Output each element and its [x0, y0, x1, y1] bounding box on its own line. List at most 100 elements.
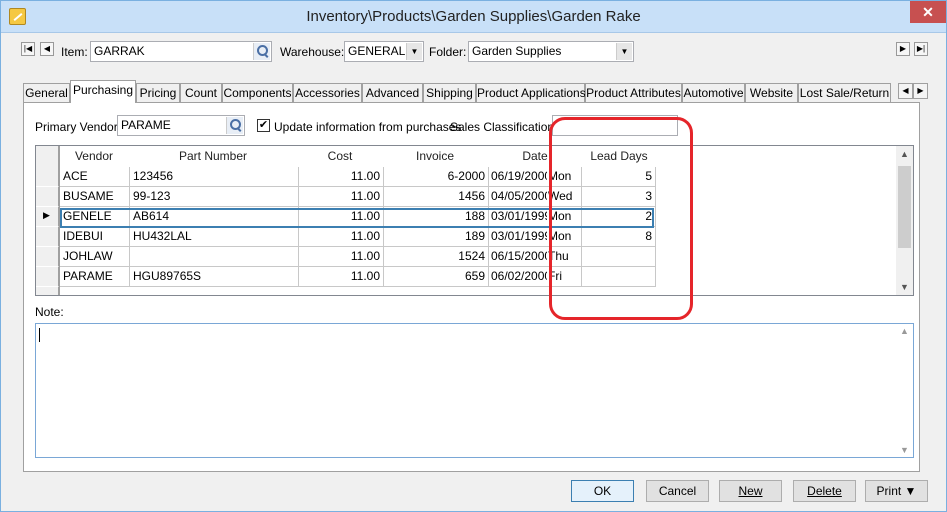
cell-lead-days[interactable]: 3 — [582, 187, 656, 207]
cell-part-number[interactable]: HGU89765S — [130, 267, 299, 287]
tab-shipping[interactable]: Shipping — [423, 83, 476, 102]
table-row-selected[interactable]: ▶ GENELE AB614 11.00 188 03/01/1999 Mon … — [36, 207, 656, 227]
tab-pricing[interactable]: Pricing — [136, 83, 180, 102]
cell-lead-days[interactable]: 2 — [582, 207, 656, 227]
table-row[interactable]: IDEBUI HU432LAL 11.00 189 03/01/1999 Mon… — [36, 227, 656, 247]
tab-product-attributes[interactable]: Product Attributes — [585, 83, 682, 102]
tab-accessories[interactable]: Accessories — [293, 83, 362, 102]
cell-date[interactable]: 06/02/2000 — [489, 267, 547, 287]
update-info-checkbox[interactable]: ✔ — [257, 119, 270, 132]
cell-cost[interactable]: 11.00 — [299, 267, 384, 287]
tab-lost-sale-return[interactable]: Lost Sale/Return — [798, 83, 891, 102]
item-lookup-icon[interactable] — [253, 43, 270, 60]
row-header[interactable] — [36, 287, 59, 295]
grid-scrollbar[interactable]: ▲ ▼ — [896, 146, 913, 295]
cell-cost[interactable]: 11.00 — [299, 167, 384, 187]
cell-vendor[interactable]: BUSAME — [60, 187, 130, 207]
folder-select[interactable]: Garden Supplies ▼ — [468, 41, 634, 62]
scroll-down-icon[interactable]: ▼ — [896, 445, 913, 455]
cell-day[interactable]: Wed — [547, 187, 582, 207]
next-record-icon[interactable]: ▶ — [896, 42, 910, 56]
chevron-down-icon[interactable]: ▼ — [406, 43, 422, 60]
table-row[interactable] — [36, 287, 656, 295]
delete-button[interactable]: Delete — [793, 480, 856, 502]
cell-part-number[interactable]: 123456 — [130, 167, 299, 187]
tab-website[interactable]: Website — [745, 83, 798, 102]
row-header[interactable] — [36, 167, 59, 187]
cell-cost[interactable]: 11.00 — [299, 207, 384, 227]
previous-record-icon[interactable]: ◀ — [40, 42, 54, 56]
last-record-icon[interactable]: ▶| — [914, 42, 928, 56]
cell-date[interactable]: 03/01/1999 — [489, 207, 547, 227]
cell-lead-days[interactable]: 5 — [582, 167, 656, 187]
cell-day[interactable]: Mon — [547, 207, 582, 227]
cell-date[interactable]: 06/19/2000 — [489, 167, 547, 187]
cell-invoice[interactable]: 188 — [384, 207, 489, 227]
column-header-vendor[interactable]: Vendor — [60, 146, 128, 167]
column-header-invoice[interactable]: Invoice — [383, 146, 487, 167]
cancel-button[interactable]: Cancel — [646, 480, 709, 502]
cell-cost[interactable]: 11.00 — [299, 227, 384, 247]
cell-invoice[interactable]: 189 — [384, 227, 489, 247]
cell-date[interactable]: 03/01/1999 — [489, 227, 547, 247]
cell-invoice[interactable]: 6-2000 — [384, 167, 489, 187]
first-record-icon[interactable]: |◀ — [21, 42, 35, 56]
cell-invoice[interactable]: 659 — [384, 267, 489, 287]
chevron-down-icon[interactable]: ▼ — [616, 43, 632, 60]
scroll-thumb[interactable] — [898, 166, 911, 248]
table-row[interactable]: ACE 123456 11.00 6-2000 06/19/2000 Mon 5 — [36, 167, 656, 187]
ok-button[interactable]: OK — [571, 480, 634, 502]
sales-classification-field[interactable] — [552, 115, 678, 136]
cell-cost[interactable]: 11.00 — [299, 187, 384, 207]
cell-vendor[interactable]: GENELE — [60, 207, 130, 227]
scroll-up-icon[interactable]: ▲ — [896, 326, 913, 336]
cell-date[interactable]: 06/15/2000 — [489, 247, 547, 267]
tab-scroll-left-icon[interactable]: ◀ — [898, 83, 913, 99]
close-button[interactable]: ✕ — [910, 1, 946, 23]
table-row[interactable]: JOHLAW 11.00 1524 06/15/2000 Thu — [36, 247, 656, 267]
cell-invoice[interactable]: 1524 — [384, 247, 489, 267]
item-field[interactable]: GARRAK — [90, 41, 272, 62]
column-header-cost[interactable]: Cost — [298, 146, 382, 167]
cell-part-number[interactable] — [130, 247, 299, 267]
tab-count[interactable]: Count — [180, 83, 222, 102]
scroll-up-icon[interactable]: ▲ — [896, 146, 913, 162]
print-button[interactable]: Print ▼ — [865, 480, 928, 502]
table-row[interactable]: PARAME HGU89765S 11.00 659 06/02/2000 Fr… — [36, 267, 656, 287]
tab-scroll-right-icon[interactable]: ▶ — [913, 83, 928, 99]
tab-automotive[interactable]: Automotive — [682, 83, 745, 102]
primary-vendor-field[interactable]: PARAME — [117, 115, 245, 136]
note-scrollbar[interactable]: ▲ ▼ — [896, 324, 913, 457]
cell-vendor[interactable]: JOHLAW — [60, 247, 130, 267]
cell-date[interactable]: 04/05/2000 — [489, 187, 547, 207]
cell-day[interactable]: Mon — [547, 227, 582, 247]
cell-part-number[interactable]: 99-123 — [130, 187, 299, 207]
cell-vendor[interactable]: IDEBUI — [60, 227, 130, 247]
cell-lead-days[interactable] — [582, 267, 656, 287]
row-header[interactable] — [36, 267, 59, 287]
row-header[interactable] — [36, 187, 59, 207]
new-button[interactable]: New — [719, 480, 782, 502]
cell-day[interactable]: Thu — [547, 247, 582, 267]
note-textarea[interactable]: ▲ ▼ — [35, 323, 914, 458]
scroll-down-icon[interactable]: ▼ — [896, 279, 913, 295]
table-row[interactable]: BUSAME 99-123 11.00 1456 04/05/2000 Wed … — [36, 187, 656, 207]
cell-vendor[interactable]: ACE — [60, 167, 130, 187]
tab-advanced[interactable]: Advanced — [362, 83, 423, 102]
cell-part-number[interactable]: AB614 — [130, 207, 299, 227]
warehouse-select[interactable]: GENERAL ▼ — [344, 41, 424, 62]
column-header-lead-days[interactable]: Lead Days — [583, 146, 655, 167]
tab-general[interactable]: General — [23, 83, 70, 102]
vendor-lookup-icon[interactable] — [226, 117, 243, 134]
cell-invoice[interactable]: 1456 — [384, 187, 489, 207]
cell-vendor[interactable]: PARAME — [60, 267, 130, 287]
row-header[interactable]: ▶ — [36, 207, 59, 227]
column-header-part-number[interactable]: Part Number — [129, 146, 297, 167]
cell-day[interactable]: Fri — [547, 267, 582, 287]
cell-day[interactable]: Mon — [547, 167, 582, 187]
cell-lead-days[interactable]: 8 — [582, 227, 656, 247]
cell-cost[interactable]: 11.00 — [299, 247, 384, 267]
row-header[interactable] — [36, 227, 59, 247]
column-header-date[interactable]: Date — [488, 146, 582, 167]
tab-components[interactable]: Components — [222, 83, 293, 102]
